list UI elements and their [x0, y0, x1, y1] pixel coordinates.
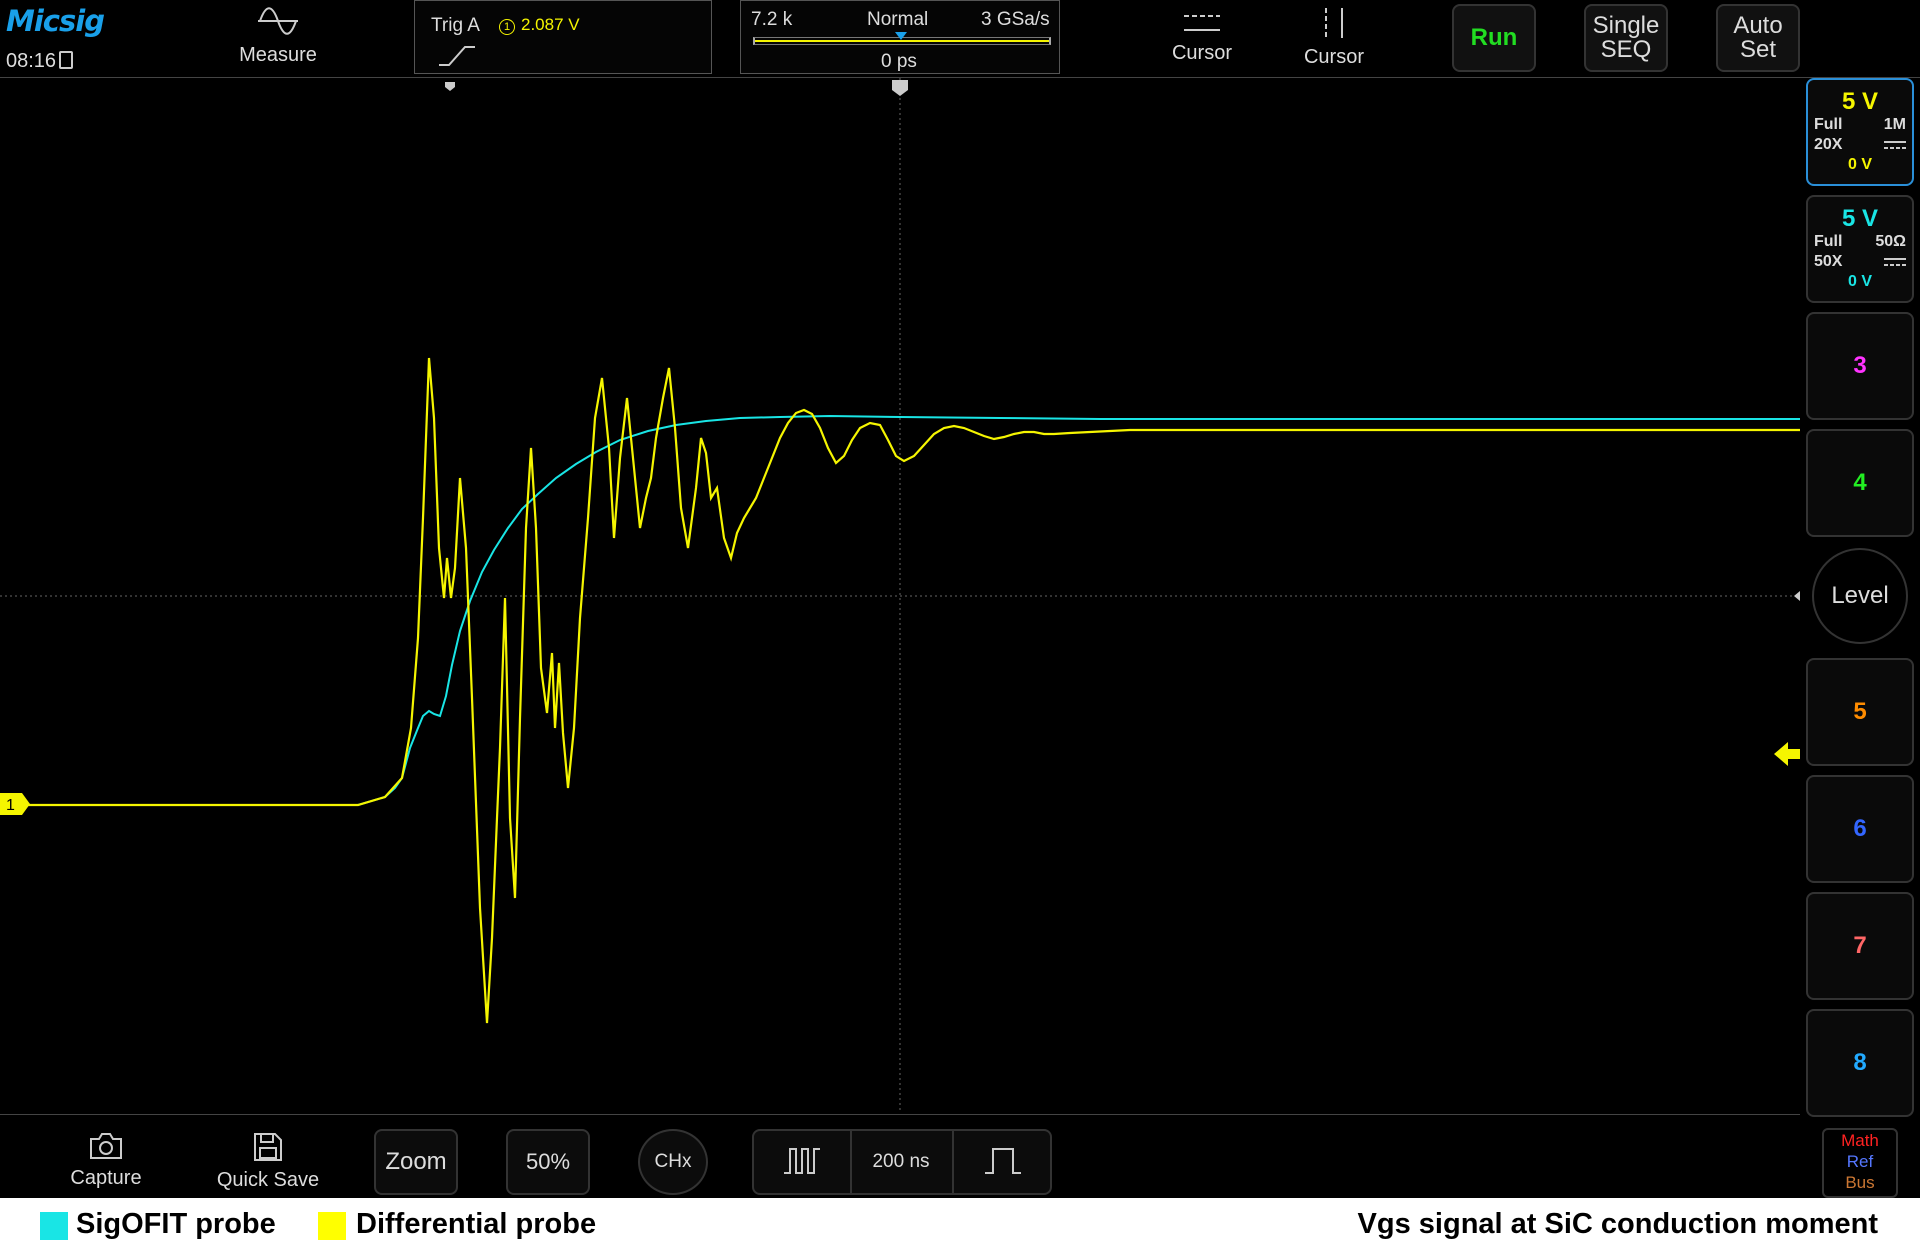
differential-legend: Differential probe [356, 1208, 597, 1240]
figure-caption: Vgs signal at SiC conduction moment [1357, 1208, 1878, 1240]
differential-swatch [318, 1212, 346, 1240]
cursor-h-label: Cursor [1171, 42, 1232, 64]
measure-button[interactable]: Measure [228, 6, 328, 72]
time-reference-marker [892, 80, 908, 96]
ch5-button[interactable]: 5 [1806, 658, 1914, 766]
sigofit-swatch [40, 1212, 68, 1240]
horizontal-position: 0 ps [881, 51, 917, 72]
bottom-bar: Capture Quick Save Zoom 50% CHx 200 ns [0, 1114, 1800, 1199]
top-bar: Micsig 08:16 Measure Trig A 1 2.087 V 7.2… [0, 0, 1920, 78]
legend-bar: SigOFIT probe Differential probe Vgs sig… [0, 1198, 1920, 1252]
ch8-label: 8 [1853, 1049, 1867, 1076]
dc-coupling-icon [1884, 141, 1906, 149]
timebase-control: 200 ns [752, 1129, 1052, 1195]
brand-logo: Micsig [6, 4, 105, 38]
acquisition-mode: Normal [867, 9, 929, 30]
ch6-label: 6 [1853, 815, 1867, 842]
ch1-trace [28, 357, 1800, 1024]
cursor-horizontal-button[interactable]: Cursor [1152, 6, 1252, 72]
cursor-v-label: Cursor [1303, 46, 1364, 68]
capture-label: Capture [70, 1167, 142, 1189]
grid [0, 78, 1800, 1113]
ch2-bandwidth: Full [1814, 233, 1843, 250]
ch1-offset: 0 V [1847, 156, 1872, 173]
clock: 08:16 [6, 50, 74, 73]
narrow-pulse-icon [784, 1148, 820, 1174]
ch8-button[interactable]: 8 [1806, 1009, 1914, 1117]
quick-save-button[interactable]: Quick Save [208, 1131, 328, 1195]
ch1-impedance: 1M [1883, 116, 1906, 133]
quicksave-label: Quick Save [216, 1169, 320, 1191]
ref-label: Ref [1846, 1152, 1874, 1171]
ch7-button[interactable]: 7 [1806, 892, 1914, 1000]
single-line1: Single [1592, 12, 1660, 39]
horizontal-cursor-icon [1184, 15, 1220, 31]
timebase-value: 200 ns [872, 1151, 930, 1172]
ch2-scale: 5 V [1841, 205, 1879, 232]
ch2-offset: 0 V [1847, 273, 1872, 290]
ch4-label: 4 [1853, 469, 1867, 496]
level-knob[interactable]: Level [1812, 548, 1908, 644]
math-ref-bus-button[interactable]: Math Ref Bus [1822, 1128, 1898, 1198]
ch2-probe: 50X [1814, 253, 1843, 270]
trigger-position-marker [445, 82, 455, 91]
ch1-scale: 5 V [1841, 88, 1879, 115]
ch1-probe: 20X [1814, 136, 1843, 153]
timebase-decrease-button[interactable] [754, 1131, 852, 1193]
single-line2: SEQ [1600, 36, 1652, 63]
waveform-display[interactable]: 1 [0, 78, 1800, 1113]
clock-time: 08:16 [6, 50, 57, 72]
dc-coupling-icon [1884, 258, 1906, 266]
trigger-level-value: 2.087 V [521, 15, 580, 34]
ch4-button[interactable]: 4 [1806, 429, 1914, 537]
auto-set-button[interactable]: Auto Set [1716, 4, 1800, 72]
sample-rate: 3 GSa/s [981, 9, 1050, 30]
trigger-source-badge: 1 [499, 19, 515, 35]
ch2-button[interactable]: 5 V Full 50Ω 50X 0 V [1806, 195, 1914, 303]
chx-button[interactable]: CHx [638, 1129, 708, 1195]
ch7-label: 7 [1853, 932, 1867, 959]
memory-depth: 7.2 k [751, 9, 793, 30]
timebase-increase-button[interactable] [952, 1131, 1052, 1193]
capture-button[interactable]: Capture [56, 1131, 156, 1195]
save-icon [254, 1133, 282, 1161]
ch2-trace [28, 414, 1800, 806]
ch2-impedance: 50Ω [1875, 233, 1906, 250]
sine-wave-icon [258, 7, 298, 35]
sigofit-legend: SigOFIT probe [76, 1208, 276, 1240]
auto-line2: Set [1739, 36, 1777, 63]
lock-icon [59, 51, 74, 69]
ch1-button[interactable]: 5 V Full 1M 20X 0 V [1806, 78, 1914, 186]
run-button[interactable]: Run [1452, 4, 1536, 72]
single-seq-button[interactable]: Single SEQ [1584, 4, 1668, 72]
ch5-label: 5 [1853, 698, 1867, 725]
position-bar[interactable] [753, 32, 1051, 45]
ch1-bandwidth: Full [1814, 116, 1843, 133]
trigger-panel[interactable]: Trig A 1 2.087 V [414, 0, 712, 74]
wide-pulse-icon [985, 1148, 1021, 1174]
fifty-percent-button[interactable]: 50% [506, 1129, 590, 1195]
cursor-vertical-button[interactable]: Cursor [1284, 6, 1384, 72]
trigger-level-marker [1794, 591, 1800, 601]
acquisition-panel[interactable]: 7.2 k Normal 3 GSa/s 0 ps [740, 0, 1060, 74]
bus-label: Bus [1845, 1173, 1875, 1192]
ch3-label: 3 [1853, 352, 1867, 379]
measure-label: Measure [239, 44, 317, 66]
trigger-level: 1 2.087 V [499, 15, 580, 35]
ch1-ground-marker[interactable]: 1 [0, 793, 30, 815]
ch1-marker-label: 1 [6, 797, 15, 814]
ch1-trigger-arrow-icon [1774, 742, 1800, 766]
rising-edge-icon [439, 46, 475, 66]
ch6-button[interactable]: 6 [1806, 775, 1914, 883]
auto-line1: Auto [1733, 12, 1783, 39]
trigger-label: Trig A [431, 15, 480, 36]
math-label: Math [1841, 1131, 1879, 1150]
camera-icon [90, 1133, 122, 1159]
zoom-button[interactable]: Zoom [374, 1129, 458, 1195]
vertical-cursor-icon [1325, 8, 1343, 38]
ch3-button[interactable]: 3 [1806, 312, 1914, 420]
